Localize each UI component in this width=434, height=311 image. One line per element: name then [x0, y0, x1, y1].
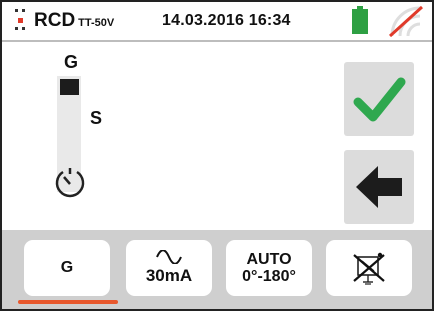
back-arrow-icon: [356, 166, 402, 208]
tab-phase-auto[interactable]: AUTO 0°-180°: [226, 240, 312, 296]
function-subtitle: TT-50V: [78, 17, 115, 29]
battery-icon: [352, 6, 368, 34]
tab-current-30ma[interactable]: 30mA: [126, 240, 212, 296]
timer-icon: [55, 168, 85, 198]
selected-tab-indicator: [18, 300, 118, 304]
back-button[interactable]: [344, 150, 414, 224]
tab-mode-label: G: [60, 259, 74, 276]
tab-mode-g[interactable]: G: [24, 240, 110, 296]
function-title: RCD TT-50V: [34, 10, 114, 32]
main-area: G S: [2, 42, 432, 227]
status-header: RCD TT-50V 14.03.2016 16:34: [2, 2, 432, 42]
tab-phase-line1: AUTO: [246, 251, 292, 268]
checkmark-icon: [353, 77, 406, 122]
slider-label-g: G: [64, 52, 79, 72]
tab-current-label: 30mA: [145, 266, 193, 285]
function-name: RCD: [34, 10, 76, 31]
parameter-tab-bar: G 30mA AUTO 0°-180°: [2, 230, 432, 309]
slider-label-s: S: [90, 108, 103, 128]
sine-wave-icon: [156, 250, 182, 264]
rcd-disabled-icon: [353, 252, 385, 285]
instrument-screen: RCD TT-50V 14.03.2016 16:34 G S G 30mA A…: [0, 0, 434, 311]
rcd-function-icon: [15, 9, 25, 30]
tab-rcd-disabled[interactable]: [326, 240, 412, 296]
tab-phase-line2: 0°-180°: [242, 268, 296, 285]
confirm-button[interactable]: [344, 62, 414, 136]
g-s-slider-thumb[interactable]: [60, 79, 79, 95]
no-signal-icon: [388, 5, 424, 37]
date-time: 14.03.2016 16:34: [162, 12, 291, 29]
